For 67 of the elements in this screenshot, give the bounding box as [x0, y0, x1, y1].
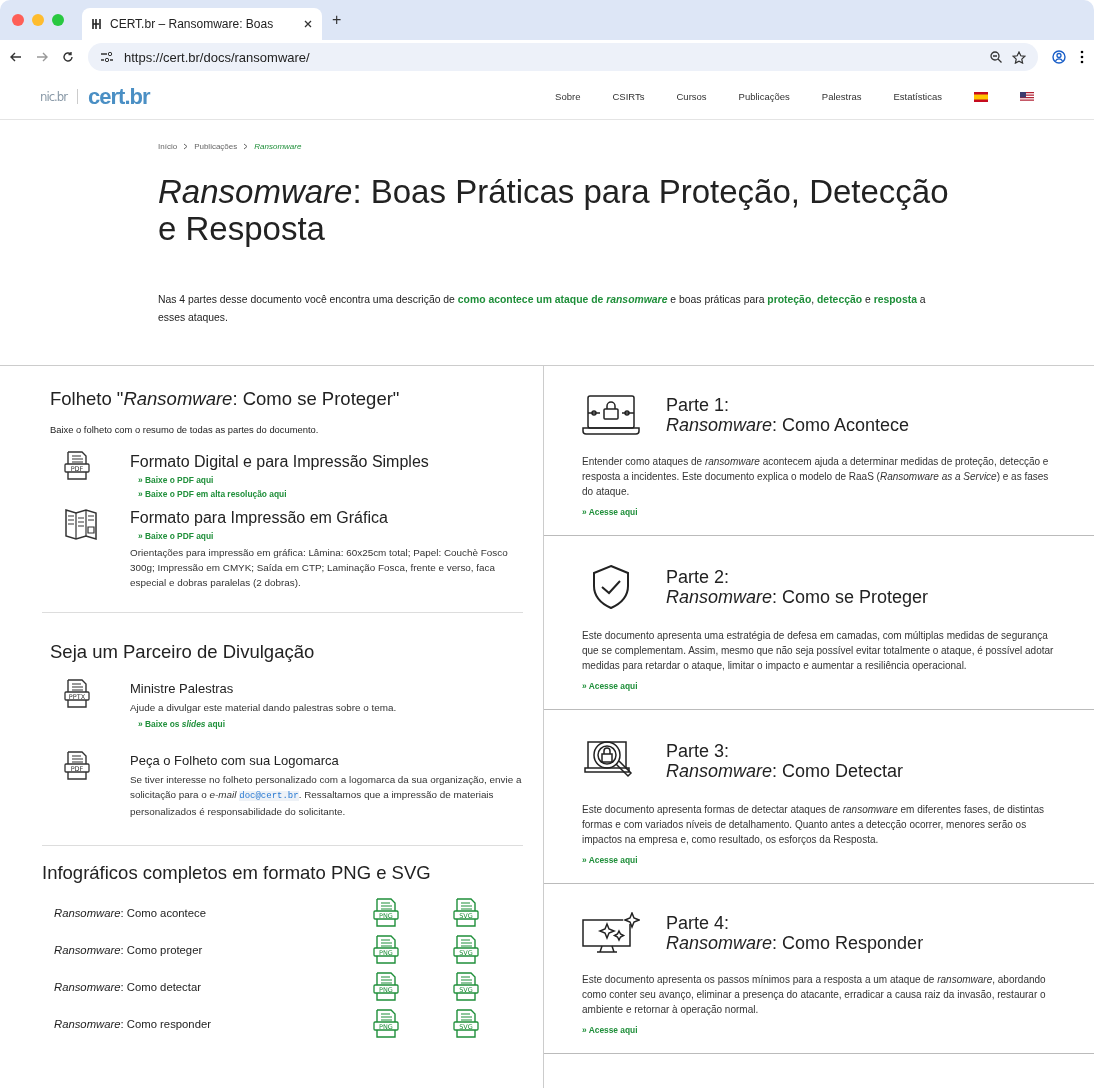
laptop-padlock-icon: [582, 394, 640, 436]
access-link[interactable]: » Acesse aqui: [582, 855, 1054, 865]
forward-icon[interactable]: [36, 52, 48, 62]
access-link[interactable]: » Acesse aqui: [582, 507, 1054, 517]
part-title: Parte 2: Ransomware: Como se Proteger: [666, 567, 929, 607]
chevron-icon: [183, 143, 189, 150]
cert-logo[interactable]: cert.br: [78, 83, 150, 110]
part-description: Este documento apresenta os passos mínimos para a resposta a um ataque de ransomware, abordando como conter seu avanço, eliminar a presença do atacante, erradicar a causa raiz da invasão, restaurar o ambiente e retornar à operação normal.: [582, 973, 1047, 1017]
close-tab-icon[interactable]: [304, 20, 312, 28]
nav-link[interactable]: Publicações: [738, 91, 790, 102]
nic-logo[interactable]: nic.br: [40, 89, 79, 104]
site-favicon: [92, 18, 102, 30]
item-description: Se tiver interesse no folheto personalizado com a logomarca da sua organização, envie a solicitação para o e-mail doc@cert.br. Ressaltamos que a impressão de materiais personalizados é responsabilidade do solicitante.: [130, 773, 523, 819]
monitor-sparkles-icon: [582, 912, 640, 954]
infographic-name: Ransomware: Como detectar: [54, 980, 202, 993]
nav-link[interactable]: Palestras: [821, 91, 862, 102]
format-title: Formato para Impressão em Gráfica: [130, 509, 389, 527]
access-link[interactable]: » Acesse aqui: [582, 1025, 1054, 1035]
usa-flag-icon[interactable]: [1020, 91, 1034, 102]
profile-icon[interactable]: [1052, 50, 1066, 64]
breadcrumb-link[interactable]: Publicações: [194, 142, 238, 151]
section-heading: Seja um Parceiro de Divulgação: [50, 641, 316, 663]
part-description: Entender como ataques de ransomware acontecem ajuda a determinar medidas de proteção, detecção e resposta a incidentes. Este documento explica o modelo de RaaS (Ransomware as a Service) e as fases do ataque.: [582, 455, 1050, 499]
part-title: Parte 4: Ransomware: Como Responder: [666, 913, 924, 953]
nav-link[interactable]: Estatísticas: [893, 91, 942, 102]
section-heading: Infográficos completos em formato PNG e SVG: [42, 862, 432, 884]
download-link[interactable]: » Baixe o PDF aqui: [138, 475, 523, 485]
infographic-name: Ransomware: Como acontece: [54, 906, 207, 919]
page-title: Ransomware: Boas Práticas para Proteção, Detecção e Resposta: [158, 173, 950, 247]
section-subtitle: Baixe o folheto com o resumo de todas as partes do documento.: [50, 424, 320, 435]
tab-title: CERT.br – Ransomware: Boas: [110, 17, 275, 31]
item-description: Ajude a divulgar este material dando palestras sobre o tema.: [130, 701, 398, 715]
nav-link[interactable]: CSIRTs: [612, 91, 645, 102]
breadcrumb-link[interactable]: Ransomware: [254, 142, 302, 151]
access-link[interactable]: » Acesse aqui: [582, 681, 1054, 691]
part-description: Este documento apresenta formas de detectar ataques de ransomware em diferentes fases, de distintas formas e com variados níveis de detalhamento. Quanto antes a detecção ocorrer, menores serão os impactos na empresa e, como resultado, os esforços da Resposta.: [582, 803, 1045, 847]
breadcrumb-link[interactable]: Início: [158, 142, 178, 151]
zoom-icon[interactable]: [990, 51, 1002, 63]
download-link[interactable]: » Baixe o PDF em alta resolução aqui: [138, 489, 523, 499]
chevron-icon: [243, 143, 249, 150]
download-link[interactable]: » Baixe os slides aqui: [138, 719, 523, 729]
menu-icon[interactable]: [1080, 50, 1084, 64]
site-settings-icon[interactable]: [100, 52, 114, 62]
section-heading: Folheto "Ransomware: Como se Proteger": [50, 388, 401, 410]
star-icon[interactable]: [1012, 50, 1026, 64]
address-bar[interactable]: https://cert.br/docs/ransomware/: [88, 43, 1038, 71]
spain-flag-icon[interactable]: [974, 91, 988, 102]
infographic-name: Ransomware: Como proteger: [54, 943, 204, 956]
download-link[interactable]: » Baixe o PDF aqui: [138, 531, 523, 541]
item-title: Peça o Folheto com sua Logomarca: [130, 753, 340, 768]
back-icon[interactable]: [10, 52, 22, 62]
nav-link[interactable]: Cursos: [676, 91, 707, 102]
intro-paragraph: Nas 4 partes desse documento você encontra uma descrição de como acontece um ataque de ransomware e boas práticas para proteção, detecção e resposta a esses ataques.: [158, 293, 927, 325]
infographic-name: Ransomware: Como responder: [54, 1017, 212, 1030]
item-title: Ministre Palestras: [130, 681, 235, 696]
part-title: Parte 1: Ransomware: Como Acontece: [666, 395, 910, 435]
part-description: Este documento apresenta uma estratégia de defesa em camadas, com múltiplas medidas de segurança que se complementam. Assim, mesmo que não seja possível evitar totalmente o ataque, é possível adotar medidas para retardar o ataque, limitar o impacto e aumentar a resiliência operacional.: [582, 629, 1054, 673]
browser-tab[interactable]: CERT.br – Ransomware: Boas: [82, 8, 322, 40]
shield-check-icon: [591, 564, 631, 610]
new-tab-button[interactable]: +: [332, 11, 342, 29]
format-title: Formato Digital e para Impressão Simples: [130, 453, 430, 471]
nav-link[interactable]: Sobre: [555, 91, 581, 102]
print-notes: Orientações para impressão em gráfica: Lâmina: 60x25cm total; Papel: Couchè Fosco 300g; Impressão em CMYK; Saída em CTP; Laminação Fosca, frente e verso, faca especial e dobras paralelas (2 dobras).: [130, 546, 509, 590]
part-title: Parte 3: Ransomware: Como Detectar: [666, 741, 904, 781]
email-link[interactable]: doc@cert.br: [239, 791, 299, 801]
reload-icon[interactable]: [62, 51, 74, 63]
folded-brochure-icon: [64, 507, 98, 541]
